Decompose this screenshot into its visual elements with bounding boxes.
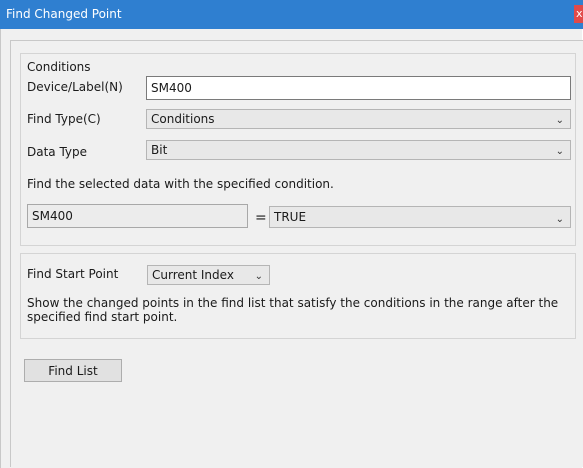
find-type-select[interactable]: Conditions ⌄	[146, 109, 571, 129]
start-point-label: Find Start Point	[27, 267, 119, 281]
device-label: Device/Label(N)	[27, 80, 123, 94]
chevron-down-icon: ⌄	[555, 115, 564, 126]
condition-value: TRUE	[274, 210, 307, 224]
instruction-text: Find the selected data with the specifie…	[27, 177, 334, 191]
close-icon[interactable]: x	[574, 5, 583, 23]
data-type-select[interactable]: Bit ⌄	[146, 140, 571, 160]
condition-value-select[interactable]: TRUE ⌄	[269, 206, 571, 228]
title-bar: Find Changed Point x	[0, 0, 583, 29]
chevron-down-icon: ⌄	[254, 271, 263, 282]
chevron-down-icon: ⌄	[555, 146, 564, 157]
dialog-content: Conditions Device/Label(N) SM400 Find Ty…	[10, 40, 583, 467]
dialog-window: Conditions Device/Label(N) SM400 Find Ty…	[0, 29, 583, 468]
find-type-value: Conditions	[151, 112, 215, 126]
find-list-button[interactable]: Find List	[24, 359, 122, 382]
data-type-value: Bit	[151, 143, 168, 157]
start-point-select[interactable]: Current Index ⌄	[147, 265, 270, 285]
conditions-group: Conditions Device/Label(N) SM400 Find Ty…	[20, 53, 576, 246]
start-point-value: Current Index	[152, 268, 234, 282]
start-point-description: Show the changed points in the find list…	[27, 296, 559, 324]
device-input[interactable]: SM400	[146, 76, 571, 100]
start-point-group: Find Start Point Current Index ⌄ Show th…	[20, 253, 576, 339]
data-type-label: Data Type	[27, 145, 88, 159]
find-type-label: Find Type(C)	[27, 112, 101, 126]
equals-operator: =	[255, 210, 267, 226]
chevron-down-icon: ⌄	[555, 214, 564, 225]
window-title: Find Changed Point	[6, 7, 122, 21]
conditions-heading: Conditions	[27, 60, 91, 74]
condition-device-field: SM400	[27, 204, 248, 228]
